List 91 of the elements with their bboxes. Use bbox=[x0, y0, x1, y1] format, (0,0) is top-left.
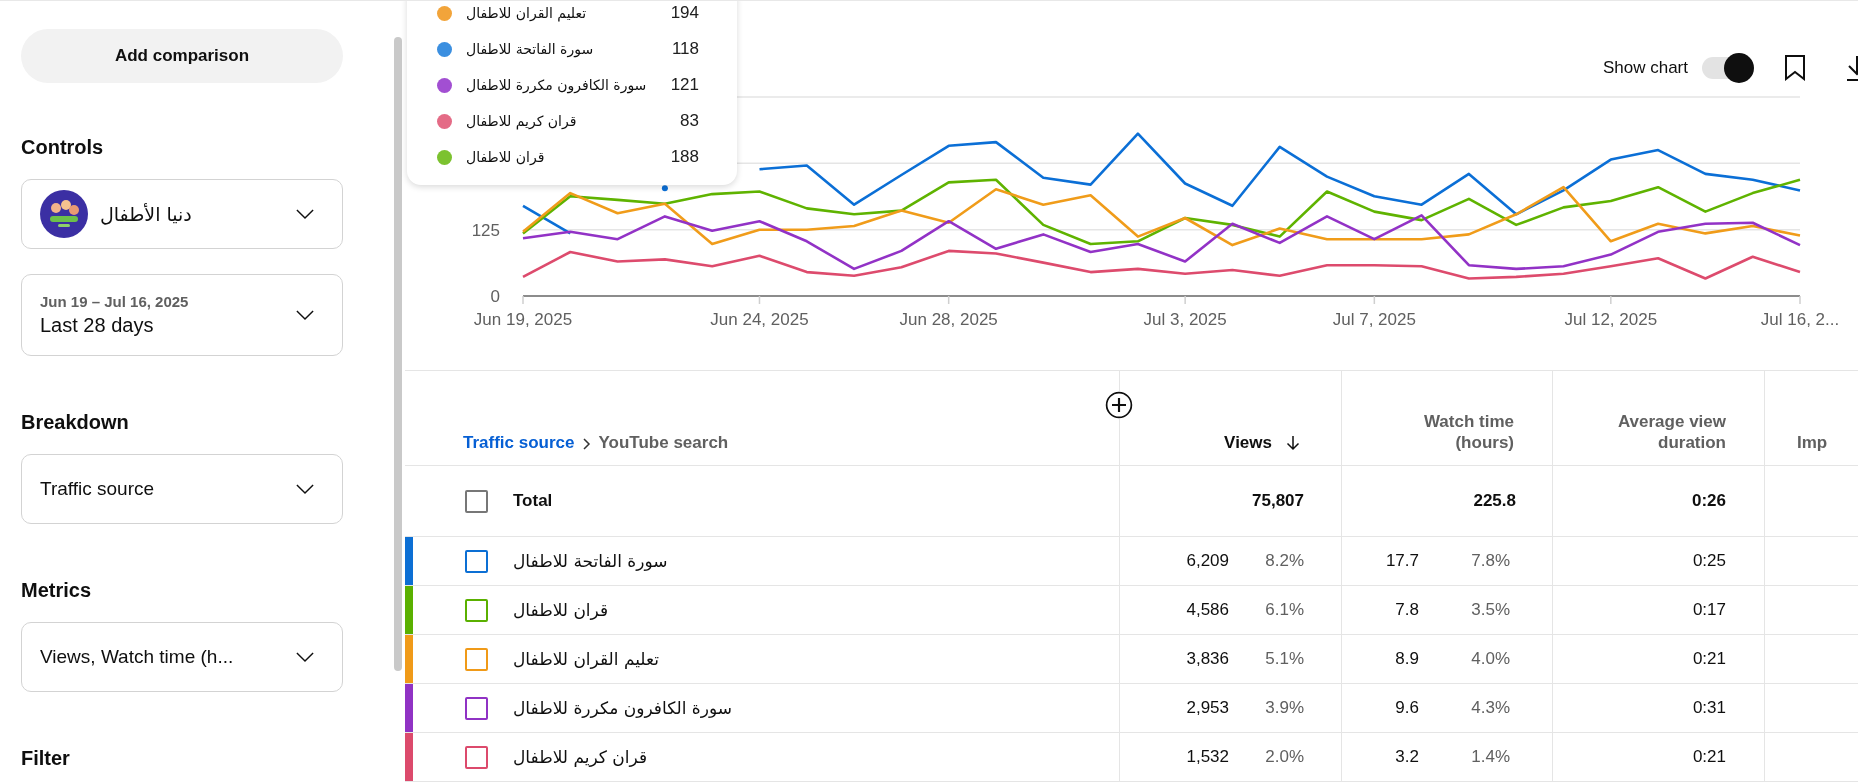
date-range-text: Jun 19 – Jul 16, 2025 bbox=[40, 293, 189, 310]
tooltip-value: 194 bbox=[670, 3, 699, 23]
chevron-down-icon bbox=[296, 651, 314, 663]
add-column-icon[interactable] bbox=[1105, 391, 1133, 419]
bookmark-icon[interactable] bbox=[1784, 55, 1806, 81]
y-axis-label: 0 bbox=[490, 287, 500, 306]
table-cell-text: 7.8% bbox=[1470, 551, 1510, 571]
checkbox[interactable] bbox=[465, 489, 488, 513]
channel-select[interactable]: دنيا الأطفال bbox=[21, 179, 343, 249]
tooltip-label: قران للاطفال bbox=[466, 149, 545, 165]
show-chart-label: Show chart bbox=[1602, 58, 1688, 78]
table-cell: 8.9 bbox=[1395, 649, 1419, 669]
tooltip-value: 83 bbox=[680, 111, 699, 131]
x-axis-label: Jul 16, 2... bbox=[1760, 310, 1840, 329]
period-text: Last 28 days bbox=[40, 314, 155, 337]
table-cell: 0:21 bbox=[1692, 747, 1726, 767]
date-range-select[interactable]: Jun 19 – Jul 16, 2025 Last 28 days bbox=[21, 274, 343, 356]
checkbox[interactable] bbox=[465, 598, 488, 622]
x-axis-label: Jul 7, 2025 bbox=[1332, 310, 1416, 329]
checkbox[interactable] bbox=[465, 549, 488, 573]
select-value: Views, Watch time (h... bbox=[40, 646, 235, 668]
table-cell: 3.2 bbox=[1395, 747, 1419, 767]
chevron-down-icon bbox=[296, 483, 314, 495]
table-cell: 0:31 bbox=[1692, 698, 1726, 718]
table-cell: 225.8 bbox=[1473, 491, 1516, 511]
table-cell-text: 3.9% bbox=[1264, 698, 1304, 718]
x-axis-label: Jun 28, 2025 bbox=[899, 310, 998, 329]
add-comparison-button[interactable]: Add comparison bbox=[21, 29, 343, 83]
table-cell: 75,807 bbox=[1252, 491, 1304, 511]
table-cell: 9.6 bbox=[1395, 698, 1419, 718]
table-cell: 17.7 bbox=[1385, 551, 1419, 571]
y-axis-label: 125 bbox=[471, 220, 500, 240]
breadcrumb-link[interactable]: Traffic source bbox=[463, 433, 575, 453]
column-header[interactable]: Watch time (hours) bbox=[1389, 412, 1514, 453]
section-heading: Breakdown bbox=[21, 411, 130, 434]
table-cell-text: 5.1% bbox=[1264, 649, 1304, 669]
table-cell-text: 6.1% bbox=[1264, 600, 1304, 620]
chevron-down-icon bbox=[296, 309, 314, 321]
tooltip-value: 118 bbox=[671, 39, 699, 59]
dropdown-select[interactable]: Views, Watch time (h... bbox=[21, 622, 343, 692]
table-cell-text: 4.3% bbox=[1470, 698, 1510, 718]
dropdown-select[interactable]: Traffic source bbox=[21, 454, 343, 524]
table-cell: 2,953 bbox=[1186, 698, 1229, 718]
table-cell-text: 4.0% bbox=[1470, 649, 1510, 669]
table-cell: 0:25 bbox=[1692, 551, 1726, 571]
table-cell-text: 2.0% bbox=[1264, 747, 1304, 767]
column-header[interactable]: Imp bbox=[1797, 432, 1828, 453]
table-cell: سورة الفاتحة للاطفال bbox=[513, 551, 668, 571]
tooltip-value: 188 bbox=[670, 147, 699, 167]
x-axis-label: Jul 3, 2025 bbox=[1143, 310, 1227, 329]
tooltip-label: قران كريم للاطفال bbox=[466, 113, 577, 129]
table-cell: قران كريم للاطفال bbox=[513, 747, 648, 767]
table-cell: 6,209 bbox=[1186, 551, 1229, 571]
table-cell: 4,586 bbox=[1186, 600, 1229, 620]
table-cell: 1,532 bbox=[1186, 747, 1229, 767]
table-cell-text: 3.5% bbox=[1470, 600, 1510, 620]
table-cell-text: 1.4% bbox=[1470, 747, 1510, 767]
chevron-right-icon bbox=[582, 438, 591, 450]
tooltip-label: سورة الكافرون مكررة للاطفال bbox=[466, 77, 647, 93]
table-cell: 0:26 bbox=[1691, 491, 1726, 511]
tooltip-label: تعليم القران للاطفال bbox=[466, 5, 587, 21]
table-cell: 0:21 bbox=[1692, 649, 1726, 669]
chevron-down-icon bbox=[296, 208, 314, 220]
section-heading: Filter bbox=[21, 747, 71, 770]
table-cell: 7.8 bbox=[1395, 600, 1419, 620]
checkbox[interactable] bbox=[465, 745, 488, 769]
breadcrumb-current: YouTube search bbox=[598, 433, 729, 453]
x-axis-label: Jun 24, 2025 bbox=[710, 310, 809, 329]
table-cell: 3,836 bbox=[1186, 649, 1229, 669]
section-heading: Controls bbox=[21, 136, 105, 159]
total-label: Total bbox=[513, 491, 553, 511]
table-cell-text: 8.2% bbox=[1264, 551, 1304, 571]
x-axis-label: Jun 19, 2025 bbox=[473, 310, 573, 329]
table-cell: 0:17 bbox=[1692, 600, 1726, 620]
scrollbar[interactable] bbox=[394, 37, 402, 671]
section-heading: Metrics bbox=[21, 579, 93, 602]
tooltip-label: سورة الفاتحة للاطفال bbox=[466, 41, 594, 57]
column-header[interactable]: Average view duration bbox=[1601, 412, 1726, 453]
table-cell: قران للاطفال bbox=[513, 600, 609, 620]
table-cell: سورة الكافرون مكررة للاطفال bbox=[513, 698, 732, 718]
table-cell: تعليم القران للاطفال bbox=[513, 649, 659, 669]
checkbox[interactable] bbox=[465, 647, 488, 671]
column-header[interactable]: Views bbox=[1224, 432, 1272, 453]
channel-name: دنيا الأطفال bbox=[100, 203, 193, 225]
x-axis-label: Jul 12, 2025 bbox=[1564, 310, 1658, 329]
data-point bbox=[661, 185, 668, 192]
avatar-icon bbox=[40, 190, 88, 238]
checkbox[interactable] bbox=[465, 696, 488, 720]
sort-down-icon[interactable] bbox=[1286, 435, 1300, 451]
select-value: Traffic source bbox=[40, 478, 156, 500]
tooltip-value: 121 bbox=[670, 75, 699, 95]
